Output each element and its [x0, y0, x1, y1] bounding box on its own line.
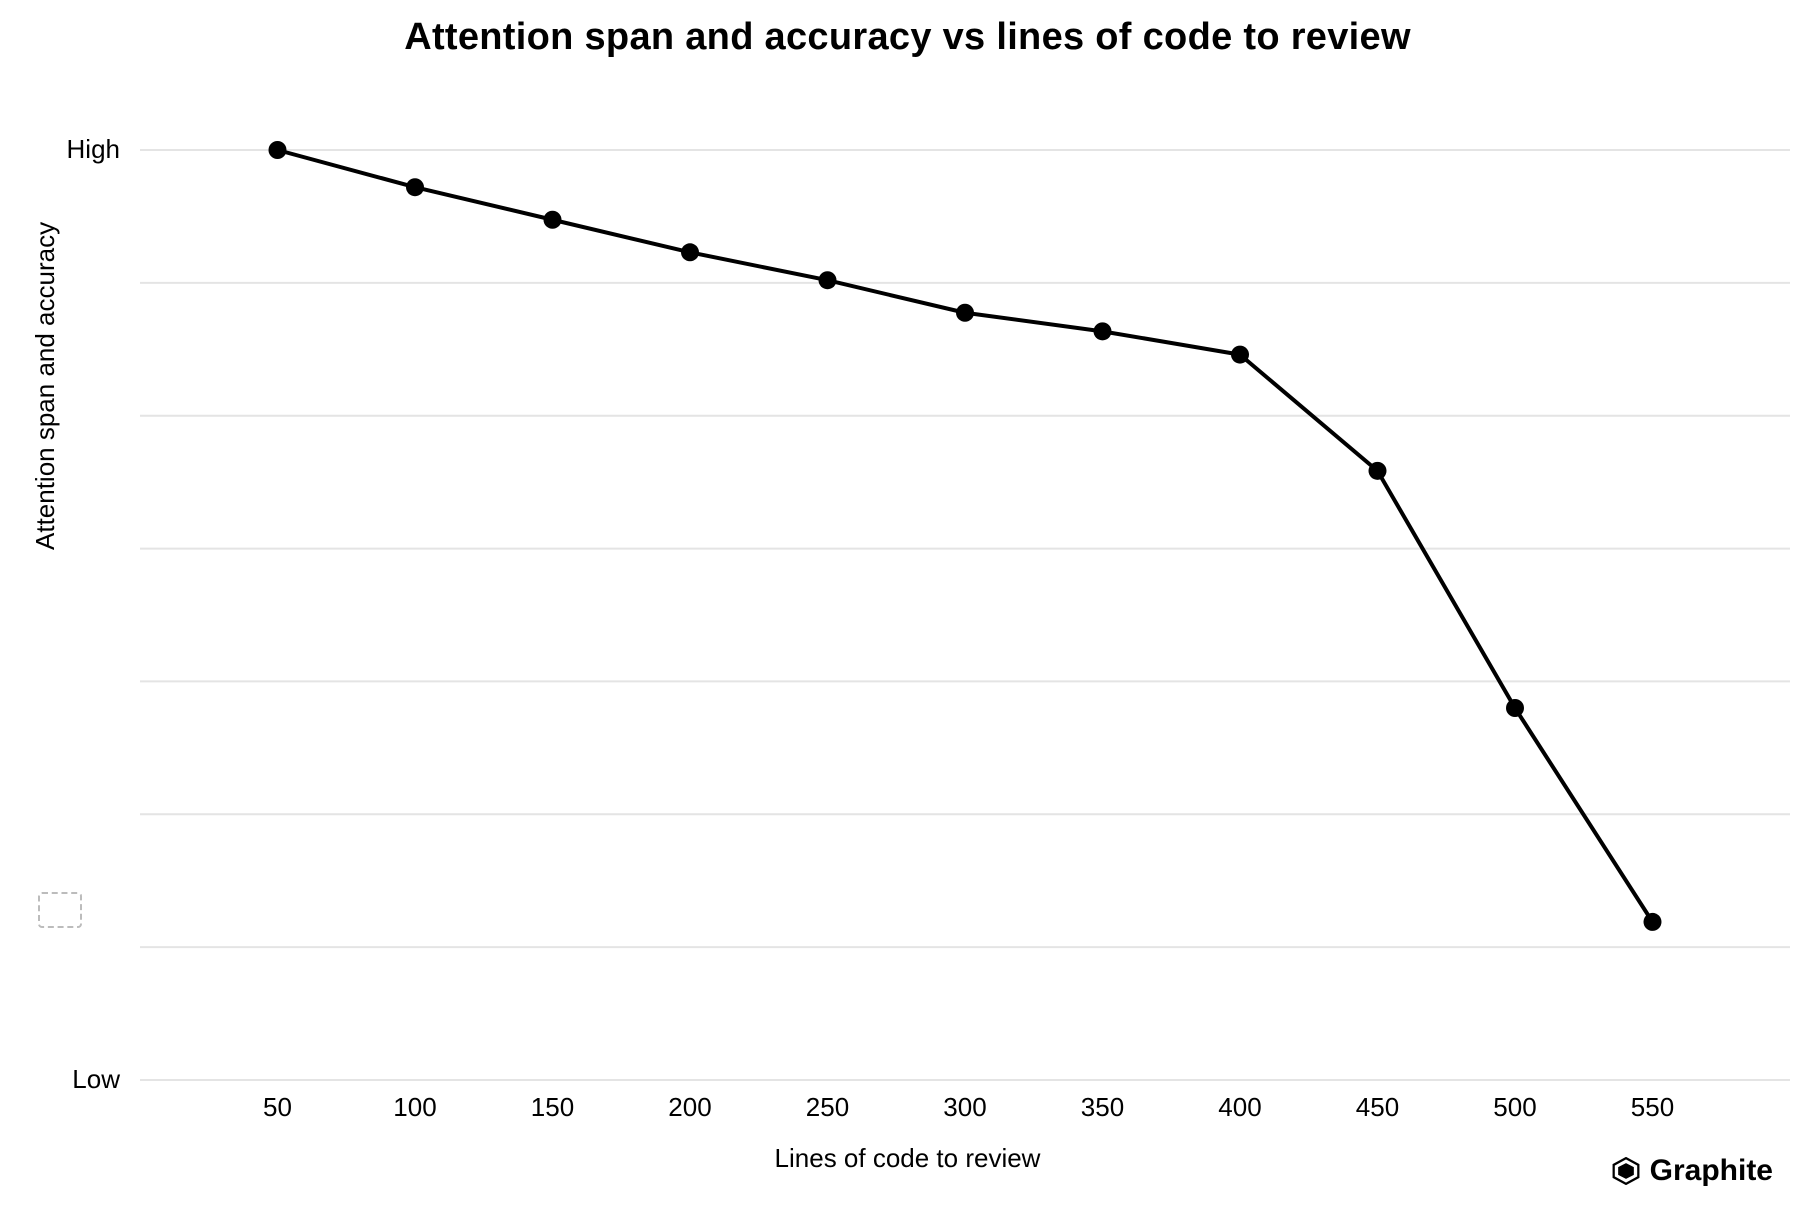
y-tick-label-low: Low	[72, 1064, 120, 1094]
x-tick-label: 400	[1218, 1092, 1261, 1122]
data-point	[1231, 346, 1249, 364]
data-point	[681, 243, 699, 261]
data-point	[1094, 322, 1112, 340]
data-point	[269, 141, 287, 159]
x-tick-label: 450	[1356, 1092, 1399, 1122]
y-tick-label-high: High	[67, 134, 120, 164]
line-chart: 50 100 150 200 250 300 350 400 450 500 550 Low High	[0, 0, 1815, 1208]
data-point	[819, 271, 837, 289]
brand-label: Graphite	[1650, 1154, 1773, 1188]
data-point	[956, 304, 974, 322]
x-tick-label: 350	[1081, 1092, 1124, 1122]
x-tick-label: 550	[1631, 1092, 1674, 1122]
data-point	[544, 211, 562, 229]
selection-indicator-icon	[38, 892, 82, 928]
x-tick-label: 200	[668, 1092, 711, 1122]
data-line	[278, 150, 1653, 922]
x-tick-label: 50	[263, 1092, 292, 1122]
x-tick-label: 100	[393, 1092, 436, 1122]
graphite-icon	[1612, 1157, 1640, 1185]
x-tick-label: 500	[1493, 1092, 1536, 1122]
x-tick-label: 150	[531, 1092, 574, 1122]
x-axis-label: Lines of code to review	[0, 1143, 1815, 1174]
x-tick-label: 300	[943, 1092, 986, 1122]
data-point	[1506, 699, 1524, 717]
data-point	[1644, 913, 1662, 931]
brand-logo: Graphite	[1612, 1154, 1773, 1188]
y-axis-label: Attention span and accuracy	[30, 222, 61, 550]
data-point	[1369, 462, 1387, 480]
x-tick-label: 250	[806, 1092, 849, 1122]
data-point	[406, 178, 424, 196]
